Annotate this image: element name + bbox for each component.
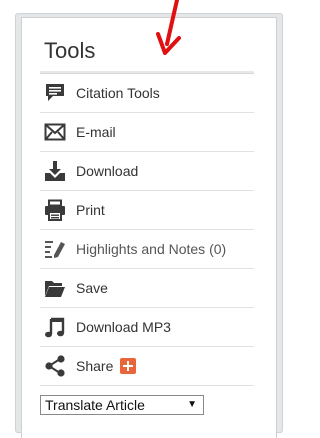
tool-highlights-and-notes[interactable]: Highlights and Notes (0) [40,230,254,269]
tool-label: Highlights and Notes (0) [76,241,227,257]
tool-share[interactable]: Share [40,347,254,386]
highlighter-icon [42,236,68,262]
tool-download-mp3[interactable]: Download MP3 [40,308,254,347]
share-icon [42,353,68,379]
music-note-icon [42,314,68,340]
tool-citation-tools[interactable]: Citation Tools [40,74,254,113]
tool-label: Citation Tools [76,85,160,101]
tool-label: E-mail [76,124,116,140]
download-icon [42,158,68,184]
share-plus-icon[interactable] [120,358,137,374]
tool-save[interactable]: Save [40,269,254,308]
tool-label: Share [76,358,114,374]
tool-print[interactable]: Print [40,191,254,230]
tool-download[interactable]: Download [40,152,254,191]
folder-icon [42,275,68,301]
annotation-arrow [156,0,181,55]
tool-label: Download MP3 [76,319,171,335]
translate-selected-value: Translate Article [45,397,145,413]
envelope-icon [42,119,68,145]
panel-title: Tools [44,38,96,63]
tool-email[interactable]: E-mail [40,113,254,152]
tool-label: Download [76,163,139,179]
printer-icon [42,197,68,223]
dropdown-arrow-icon: ▼ [187,399,197,410]
speech-bubble-icon [42,80,68,106]
tool-label: Save [76,280,108,296]
tool-label: Print [76,202,105,218]
translate-article-select[interactable]: Translate Article ▼ [40,395,204,415]
tools-list: Citation Tools E-mail Download Print Hig… [40,74,254,386]
